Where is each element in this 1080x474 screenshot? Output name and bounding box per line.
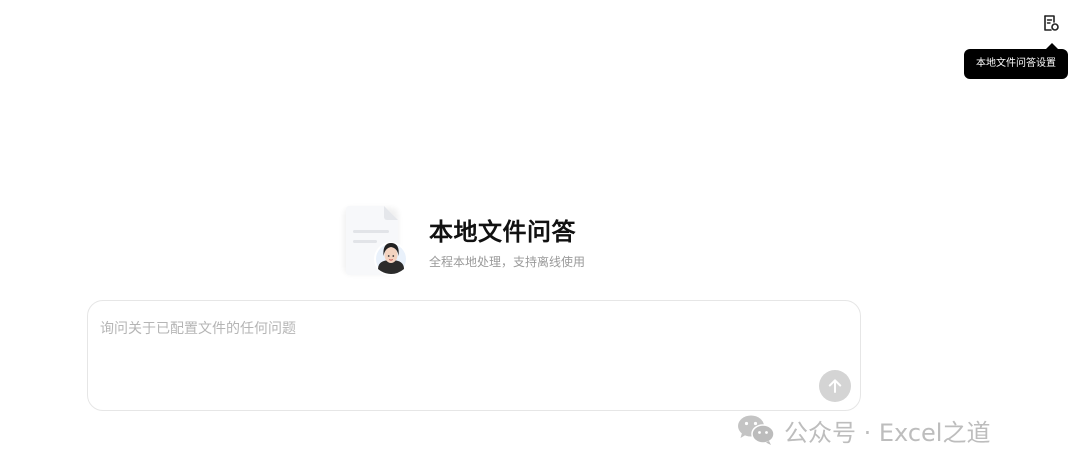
watermark: 公众号 · Excel之道 xyxy=(736,410,990,450)
file-settings-icon xyxy=(1044,15,1059,31)
arrow-up-icon xyxy=(828,379,842,393)
watermark-text: 公众号 · Excel之道 xyxy=(784,418,991,447)
file-settings-button[interactable] xyxy=(1040,12,1062,34)
question-input[interactable] xyxy=(100,317,800,341)
page-subtitle: 全程本地处理，支持离线使用 xyxy=(429,255,586,269)
settings-tooltip: 本地文件问答设置 xyxy=(964,49,1068,79)
page-title: 本地文件问答 xyxy=(429,218,576,246)
wechat-icon xyxy=(738,415,775,445)
chat-input-box xyxy=(87,300,861,411)
send-button[interactable] xyxy=(819,370,851,402)
document-avatar-icon xyxy=(336,200,412,280)
